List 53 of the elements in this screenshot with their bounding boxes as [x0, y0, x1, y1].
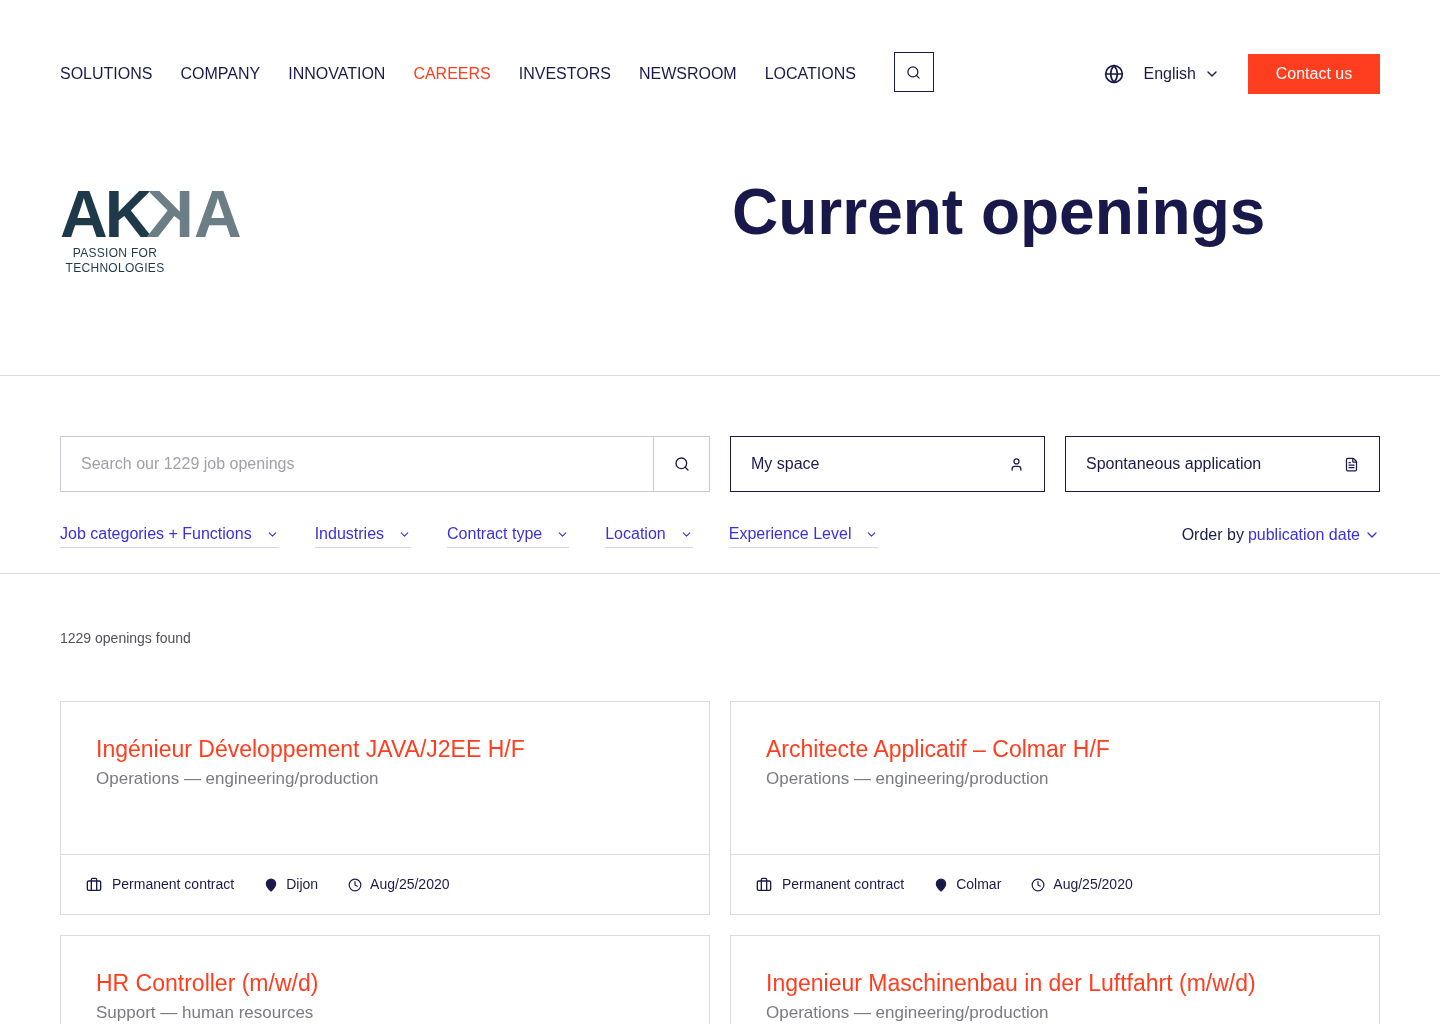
search-button[interactable]: [893, 52, 934, 92]
logo-tagline: PASSION FOR TECHNOLOGIES: [64, 246, 166, 276]
publication-date: Aug/25/2020: [370, 875, 450, 894]
contract-type: Permanent contract: [112, 875, 235, 894]
job-card[interactable]: Ingénieur Développement JAVA/J2EE H/F Operations — engineering/production Permanent contract Dijon Aug/25/2020: [60, 701, 710, 915]
briefcase-icon: [756, 876, 772, 893]
filter-dropdown[interactable]: Experience Level: [728, 522, 879, 548]
job-title[interactable]: Ingénieur Développement JAVA/J2EE H/F: [96, 734, 674, 764]
job-card[interactable]: HR Controller (m/w/d) Support — human resources: [60, 935, 710, 1024]
filter-dropdown[interactable]: Location: [605, 522, 693, 548]
job-category: Operations — engineering/production: [96, 768, 380, 790]
language-selector[interactable]: English: [1143, 62, 1220, 86]
job-card[interactable]: Architecte Applicatif – Colmar H/F Operations — engineering/production Permanent contract Colmar Aug/25/2020: [730, 701, 1380, 915]
location-pin-icon: [934, 877, 949, 892]
results-count: 1229 openings found: [59, 629, 192, 648]
nav-link[interactable]: CAREERS: [403, 58, 501, 90]
job-title[interactable]: Architecte Applicatif – Colmar H/F: [766, 734, 1344, 764]
order-dropdown[interactable]: publication date: [1247, 523, 1380, 547]
order-label: Order by: [1181, 525, 1244, 545]
clock-icon: [1031, 877, 1046, 892]
contract-type: Permanent contract: [782, 875, 905, 894]
filter-dropdown[interactable]: Job categories + Functions: [60, 522, 279, 548]
job-category: Operations — engineering/production: [766, 768, 1050, 790]
nav-link[interactable]: LOCATIONS: [754, 58, 866, 90]
job-title[interactable]: Ingenieur Maschinenbau in der Luftfahrt (m/w/d): [766, 968, 1344, 998]
nav-link[interactable]: SOLUTIONS: [50, 58, 163, 90]
briefcase-icon: [86, 876, 102, 893]
search-icon: [673, 456, 690, 472]
job-location: Dijon: [286, 875, 319, 894]
job-location: Colmar: [956, 875, 1002, 894]
publication-date: Aug/25/2020: [1053, 875, 1133, 894]
globe-icon: [1103, 64, 1124, 84]
nav-link[interactable]: INNOVATION: [278, 58, 396, 90]
clock-icon: [348, 877, 363, 892]
contact-button[interactable]: Contact us: [1248, 54, 1380, 94]
user-icon: [1009, 456, 1024, 472]
search-field[interactable]: Search our 1229 job openings: [60, 436, 654, 492]
filter-dropdown[interactable]: Contract type: [447, 522, 570, 548]
nav-link[interactable]: COMPANY: [170, 58, 271, 90]
search-icon: [906, 64, 922, 80]
nav-link[interactable]: INVESTORS: [508, 58, 621, 90]
location-pin-icon: [264, 877, 279, 892]
document-icon: [1344, 456, 1359, 472]
job-category: Support — human resources: [96, 1002, 315, 1024]
job-title[interactable]: HR Controller (m/w/d): [96, 968, 674, 998]
job-card[interactable]: Ingenieur Maschinenbau in der Luftfahrt (m/w/d) Operations — engineering/production: [730, 935, 1380, 1024]
logo-wordmark: AKKA: [60, 186, 241, 242]
page-title: Current openings: [732, 180, 1266, 250]
spontaneous-application-button[interactable]: Spontaneous application: [1065, 436, 1380, 492]
my-space-button[interactable]: My space: [730, 436, 1045, 492]
nav-link[interactable]: NEWSROOM: [628, 58, 747, 90]
job-category: Operations — engineering/production: [766, 1002, 1050, 1024]
filter-dropdown[interactable]: Industries: [314, 522, 412, 548]
